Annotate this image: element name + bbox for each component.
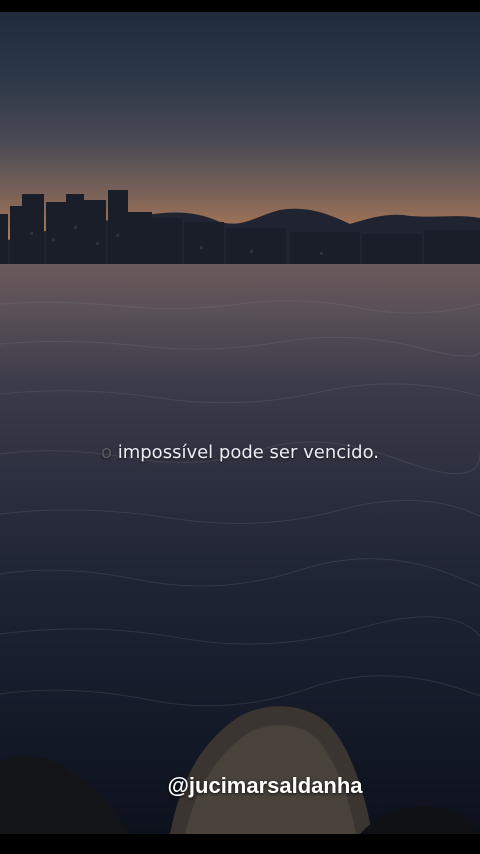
sunset-seascape: o impossível pode ser vencido. @jucimars… (0, 12, 480, 834)
subtitle-caption: o impossível pode ser vencido. (0, 442, 480, 463)
foreground-rocks (0, 706, 480, 834)
video-frame: o impossível pode ser vencido. @jucimars… (0, 0, 480, 854)
caption-text: impossível pode ser vencido. (117, 442, 380, 463)
creator-handle-watermark: @jucimarsaldanha (167, 773, 363, 798)
city-skyline-silhouette (0, 190, 480, 272)
caption-faded-word: o (100, 442, 112, 463)
bottom-letterbox-bar (0, 834, 480, 854)
top-letterbox-bar (0, 0, 480, 12)
